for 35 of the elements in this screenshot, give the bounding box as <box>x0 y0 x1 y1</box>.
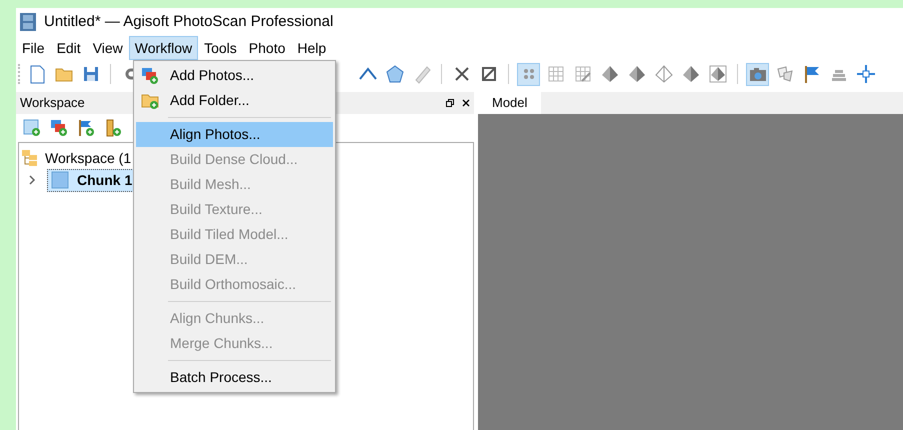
window-title: Untitled* — Agisoft PhotoScan Professional <box>44 12 334 32</box>
photos-add-icon <box>140 66 160 86</box>
move-icon <box>856 64 876 84</box>
chunk-label[interactable]: Chunk 1 <box>77 170 132 190</box>
pentagon-icon <box>384 64 404 84</box>
pyramid-icon <box>626 64 646 84</box>
grid-pencil-icon <box>572 64 592 84</box>
menu-item[interactable]: Tools <box>198 36 243 60</box>
view-tab[interactable]: Model <box>478 92 542 114</box>
menu-item[interactable]: Add Folder... <box>136 88 333 113</box>
menu-item[interactable]: Edit <box>50 36 87 60</box>
app-icon <box>20 13 36 31</box>
pyramid-icon <box>680 64 700 84</box>
toolbar-button[interactable] <box>746 62 769 86</box>
menu-item[interactable]: View <box>86 36 129 60</box>
panel-title: Workspace <box>20 94 85 112</box>
menu-item[interactable]: Batch Process... <box>136 365 333 390</box>
float-icon[interactable] <box>446 99 454 107</box>
menu-item[interactable]: File <box>16 36 51 60</box>
chunk-icon <box>51 171 69 189</box>
menu-item[interactable]: Help <box>291 36 332 60</box>
workspace-label[interactable]: Workspace (1 <box>45 148 132 168</box>
menu-item[interactable]: Add Photos... <box>136 63 333 88</box>
shapes-icon <box>774 64 794 84</box>
pyramid-icon <box>600 64 620 84</box>
menu-item[interactable]: Workflow <box>128 36 198 60</box>
menu-item[interactable]: Align Photos... <box>136 122 333 147</box>
toolbar-button[interactable] <box>854 62 877 86</box>
pyramid-outline-icon <box>654 64 674 84</box>
photos-add-icon <box>48 118 68 138</box>
chunk-add-icon <box>22 118 42 138</box>
close-icon[interactable] <box>462 99 470 107</box>
menu-item[interactable]: Photo <box>242 36 292 60</box>
pyramid-box-icon <box>708 64 728 84</box>
grid-icon <box>546 64 566 84</box>
